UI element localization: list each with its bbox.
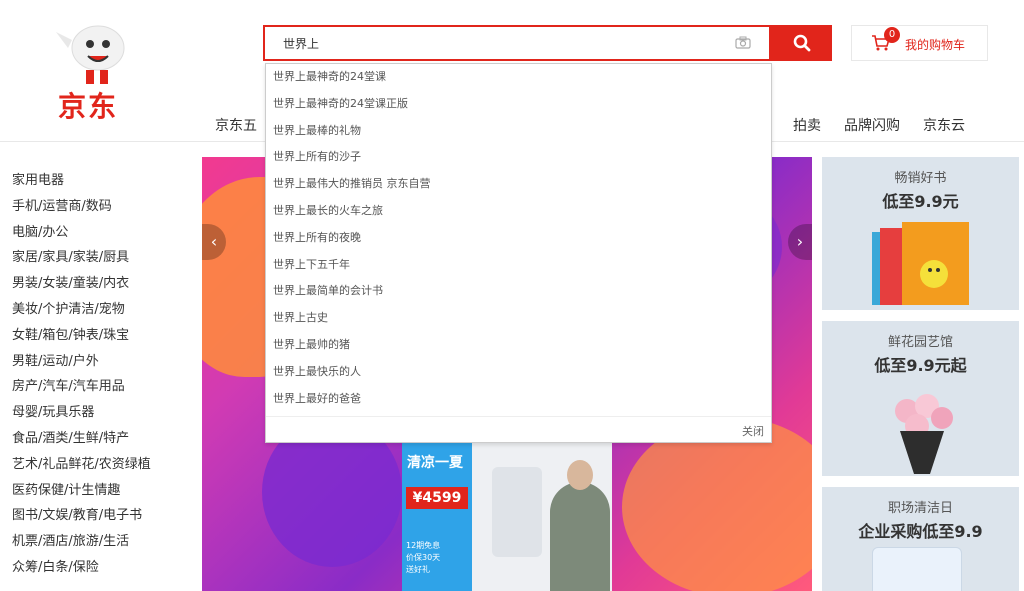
suggestion-item[interactable]: 世界上最简单的会计书 [266,278,771,305]
category-item[interactable]: 电脑/办公 [12,220,190,246]
category-item[interactable]: 男鞋/运动/户外 [12,349,190,375]
spokesperson-head [567,460,593,490]
category-menu: 家用电器 手机/运营商/数码 电脑/办公 家居/家具/家装/厨具 男装/女装/童… [0,157,190,591]
nav-item-brand-flash[interactable]: 品牌闪购 [844,115,900,135]
search-button[interactable] [771,25,832,61]
suggestion-item[interactable]: 世界上最帅的猪 [266,332,771,359]
promo-price: ¥4599 [406,487,468,509]
tile-subtitle: 畅销好书 [894,171,947,186]
suggestion-item[interactable]: 世界上最快乐的人 [266,359,771,386]
promo-tile-cleaning[interactable]: 职场清洁日 企业采购低至9.9 [822,487,1019,591]
banner-decoration [622,417,812,591]
appliance-image [492,467,542,557]
category-item[interactable]: 医药保健/计生情趣 [12,478,190,504]
cleaning-product-image [872,547,962,591]
suggestion-item[interactable]: 世界上所有的沙子 [266,144,771,171]
category-item[interactable]: 家用电器 [12,168,190,194]
flower-bouquet-image [895,394,953,474]
suggestions-footer: 关闭 [266,416,771,442]
nav-right: 拍卖 品牌闪购 京东云 [793,115,965,135]
category-item[interactable]: 女鞋/箱包/钟表/珠宝 [12,323,190,349]
suggestion-item[interactable]: 世界上下五千年 [266,252,771,279]
search-icon [793,34,810,52]
category-item[interactable]: 美妆/个护清洁/宠物 [12,297,190,323]
category-item[interactable]: 机票/酒店/旅游/生活 [12,529,190,555]
nav-item-partial[interactable]: 京东五 [215,115,257,135]
tile-title: 企业采购低至9.9 [858,522,983,541]
cart-count-badge: 0 [884,27,900,43]
suggestion-item[interactable]: 世界上最伟大的推销员 京东自营 [266,171,771,198]
suggestion-item[interactable]: 世界上最棒的礼物 [266,118,771,145]
jd-logo[interactable]: 京东 [50,20,140,125]
promo-tile-books[interactable]: 畅销好书 低至9.9元 [822,157,1019,310]
suggestion-item[interactable]: 世界上最神奇的24堂课 [266,64,771,91]
category-item[interactable]: 食品/酒类/生鲜/特产 [12,426,190,452]
promo-line: 价保30天 [406,553,441,562]
category-item[interactable]: 男装/女装/童装/内衣 [12,271,190,297]
search-suggestions: 世界上最神奇的24堂课 世界上最神奇的24堂课正版 世界上最棒的礼物 世界上所有… [265,63,772,443]
search-input[interactable] [265,27,725,59]
cart-button[interactable]: 0 我的购物车 [851,25,988,61]
promo-card: 清凉一夏 ¥4599 12期免息 价保30天 送好礼 [402,442,472,591]
tile-subtitle: 鲜花园艺馆 [887,335,953,350]
nav-item-auction[interactable]: 拍卖 [793,115,821,135]
suggestion-item[interactable]: 世界上所有的夜晚 [266,225,771,252]
spokesperson-image [550,482,610,591]
promo-line: 送好礼 [406,565,430,574]
suggestion-item[interactable]: 世界上最神奇的24堂课正版 [266,91,771,118]
category-item[interactable]: 众筹/白条/保险 [12,555,190,581]
promo-tile-flowers[interactable]: 鲜花园艺馆 低至9.9元起 [822,321,1019,476]
promo-title: 清凉一夏 [407,455,463,471]
category-item[interactable]: 艺术/礼品鲜花/农资绿植 [12,452,190,478]
logo-text: 京东 [58,90,119,123]
suggestion-item[interactable]: 世界上古史 [266,305,771,332]
close-suggestions-button[interactable]: 关闭 [742,423,764,439]
tile-subtitle: 职场清洁日 [887,501,953,516]
category-item[interactable]: 手机/运营商/数码 [12,194,190,220]
category-item[interactable]: 家居/家具/家装/厨具 [12,245,190,271]
tile-title: 低至9.9元起 [874,356,967,375]
suggestion-item[interactable]: 世界上最好的爸爸 [266,386,771,413]
category-item[interactable]: 房产/汽车/汽车用品 [12,374,190,400]
nav-item-jd-cloud[interactable]: 京东云 [923,115,965,135]
mascot-icon [56,25,125,84]
promo-panel: 清凉一夏 ¥4599 12期免息 价保30天 送好礼 [402,442,612,591]
book-set-image [872,222,969,305]
category-item[interactable]: 母婴/玩具乐器 [12,400,190,426]
search-box [263,25,771,61]
tile-title: 低至9.9元 [882,192,959,211]
suggestion-item[interactable]: 世界上最长的火车之旅 [266,198,771,225]
promo-line: 12期免息 [406,541,441,550]
camera-icon[interactable] [735,36,751,49]
cart-label: 我的购物车 [905,38,966,52]
category-item[interactable]: 图书/文娱/教育/电子书 [12,503,190,529]
